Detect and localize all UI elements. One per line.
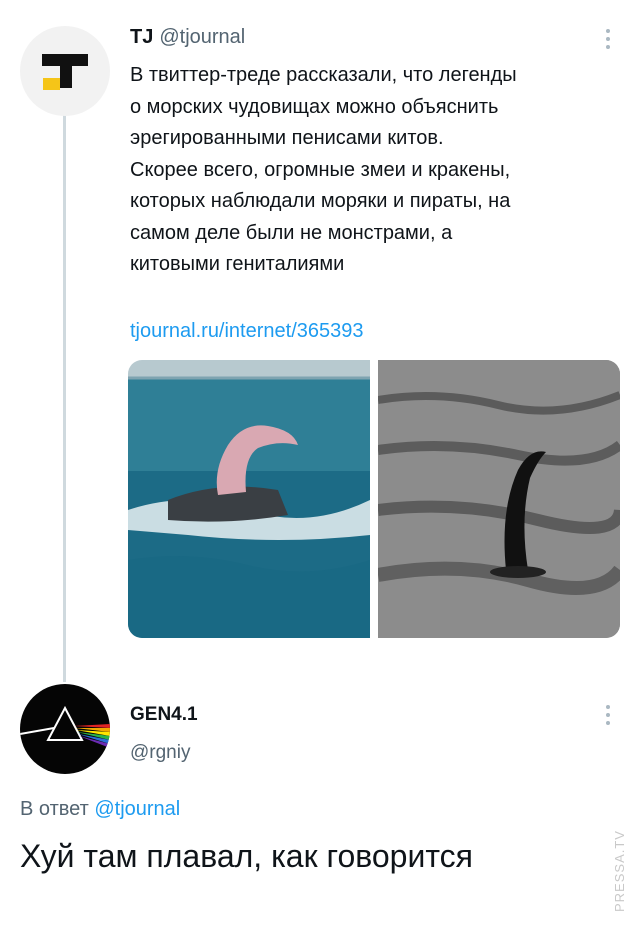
reply-mention-link[interactable]: @tjournal [94,798,180,820]
tweet-text-line: эрегированными пенисами китов. [130,127,444,149]
tj-avatar[interactable] [20,26,110,116]
tweet-text-line: Скорее всего, огромные змеи и кракены, [130,158,511,181]
photo-whale-in-sea[interactable] [128,360,370,638]
tweet-text-line: о морских чудовищах можно объяснить [130,95,499,118]
tweet-text-line: самом деле были не монстрами, а [130,221,453,244]
reply-prefix: В ответ [20,798,89,820]
gen-avatar[interactable] [20,684,110,774]
author-handle[interactable]: @tjournal [159,26,245,48]
author-name[interactable]: TJ [130,26,153,48]
reply-text: Хуй там плавал, как говорится [20,838,473,874]
thread-connector-line [63,108,66,682]
tweet-text: В твиттер-треде рассказали, что легенды … [130,60,620,281]
tweet-header: TJ @tjournal [130,26,245,49]
watermark: PRESSA.TV [612,830,627,912]
reply-author-handle[interactable]: @rgniy [130,742,190,764]
prism-logo-icon [20,705,110,748]
tj-logo-icon [42,54,88,90]
tweet-link[interactable]: tjournal.ru/internet/365393 [130,320,364,343]
tweet-media[interactable] [128,360,620,638]
reply-author-name[interactable]: GEN4.1 [130,704,198,726]
reply-context: В ответ @tjournal [20,798,180,821]
more-options-icon[interactable] [598,24,618,54]
more-options-icon[interactable] [598,700,618,730]
tweet-text-line: В твиттер-треде рассказали, что легенды [130,64,517,86]
tweet-text-line: китовыми гениталиями [130,253,345,275]
tweet-text-line: которых наблюдали моряки и пираты, на [130,190,511,212]
photo-lake-monster[interactable] [378,360,620,638]
